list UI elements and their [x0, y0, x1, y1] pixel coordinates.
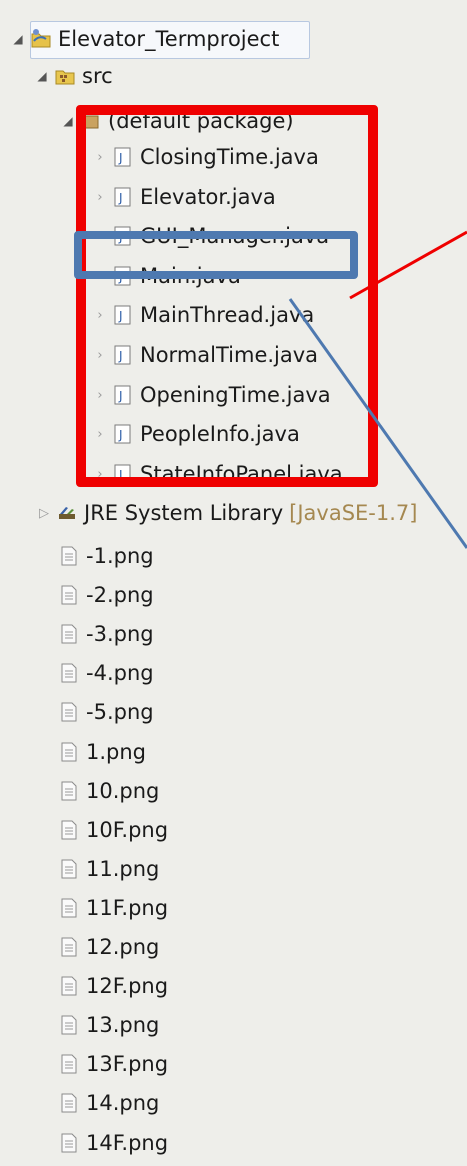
package-explorer: ◢ Elevator_Termproject ◢ src ◢ (default …: [0, 0, 467, 1166]
blue-callout-line: [288, 298, 467, 549]
annotation-lines: [288, 230, 467, 549]
red-callout-line: [349, 230, 467, 300]
